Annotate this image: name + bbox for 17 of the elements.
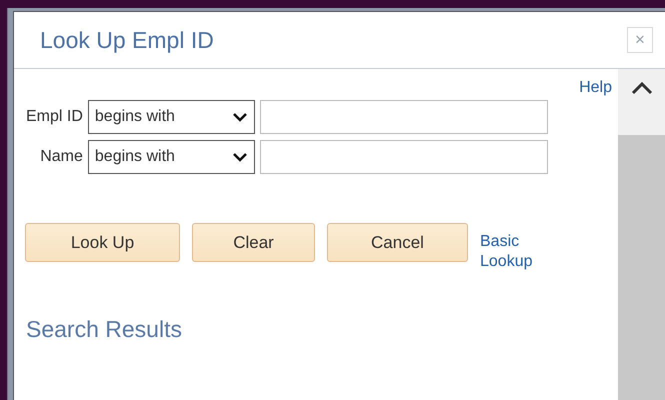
action-button[interactable]: Cancel bbox=[327, 223, 468, 262]
search-field[interactable] bbox=[260, 140, 548, 174]
chevron-up-icon[interactable] bbox=[630, 81, 652, 95]
dialog-title: Look Up Empl ID bbox=[40, 26, 214, 54]
chevron-down-icon bbox=[232, 152, 248, 162]
field-label: Empl ID bbox=[26, 108, 83, 126]
section-heading: Search Results bbox=[26, 316, 183, 343]
search-field[interactable] bbox=[260, 100, 548, 134]
operator-dropdown[interactable]: begins with bbox=[88, 100, 255, 134]
field-label: Name bbox=[39, 148, 83, 166]
basic-lookup-link[interactable]: Basic Lookup bbox=[480, 232, 540, 272]
action-button[interactable]: Look Up bbox=[25, 223, 180, 262]
chevron-down-icon bbox=[232, 112, 248, 122]
scrollbar[interactable] bbox=[618, 69, 665, 400]
operator-dropdown[interactable]: begins with bbox=[88, 140, 255, 174]
action-button[interactable]: Clear bbox=[192, 223, 315, 262]
help-link[interactable]: Help bbox=[579, 79, 612, 97]
